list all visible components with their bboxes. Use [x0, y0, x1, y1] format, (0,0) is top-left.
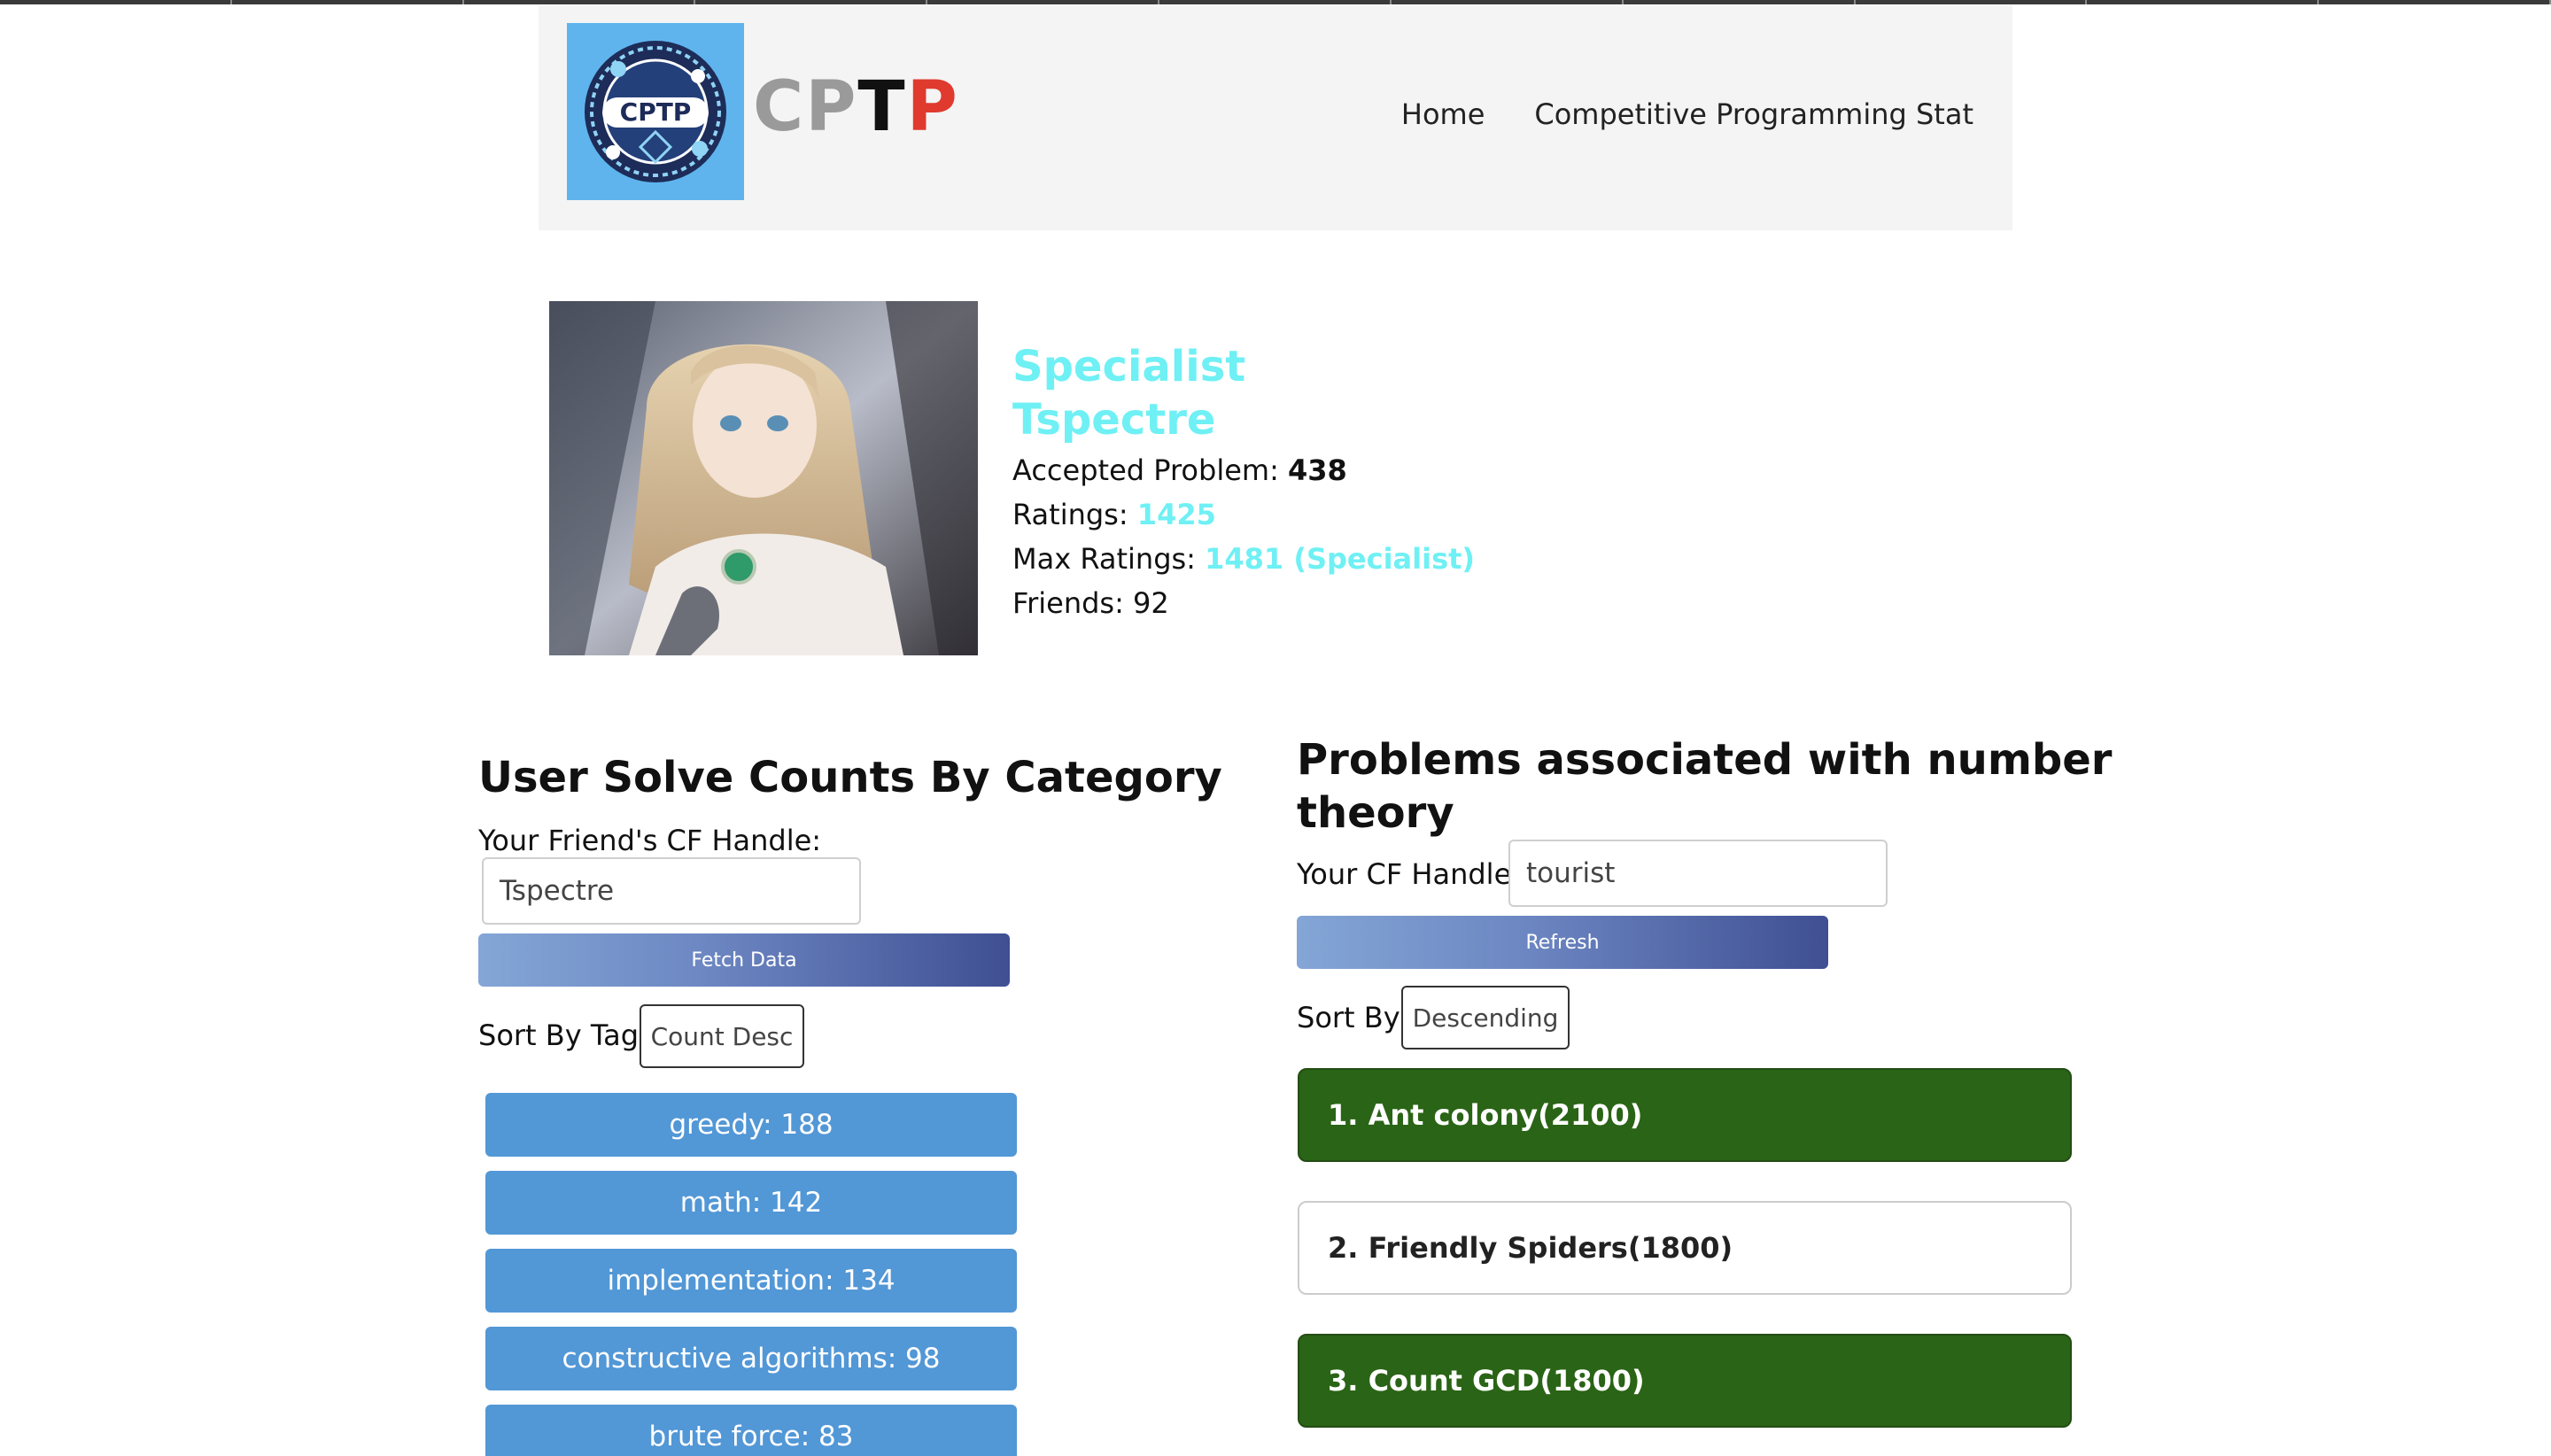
sort-order-select[interactable]: Descending [1401, 986, 1570, 1049]
nav-home-link[interactable]: Home [1401, 97, 1485, 131]
browser-top-strip [0, 0, 2551, 4]
fetch-data-button[interactable]: Fetch Data [478, 933, 1010, 987]
cf-handle-label: Your CF Handle: [1297, 857, 1522, 891]
problem-card-unsolved[interactable]: 2. Friendly Spiders(1800) [1298, 1201, 2072, 1295]
profile-handle: Tspectre [1012, 395, 1216, 445]
solve-counts-title: User Solve Counts By Category [478, 753, 1222, 802]
svg-text:CPTP: CPTP [620, 97, 692, 127]
number-theory-title: Problems associated with number theory [1297, 735, 2113, 838]
accepted-problems: Accepted Problem: 438 [1012, 453, 1347, 487]
current-rating: Ratings: 1425 [1012, 498, 1216, 531]
sort-by-tag-label: Sort By Tag: [478, 1018, 648, 1052]
tag-count-item[interactable]: math: 142 [485, 1171, 1017, 1235]
sort-by-tag-select[interactable]: Count Desc [640, 1004, 804, 1068]
tag-count-item[interactable]: constructive algorithms: 98 [485, 1327, 1017, 1390]
brand-name[interactable]: CPTP [753, 73, 959, 142]
profile-avatar [549, 301, 978, 655]
tag-count-item[interactable]: greedy: 188 [485, 1093, 1017, 1157]
profile-rank: Specialist [1012, 342, 1246, 391]
site-header: CPTP CPTP Home Competitive Programming S… [539, 5, 2012, 230]
max-rating: Max Ratings: 1481 (Specialist) [1012, 542, 1476, 576]
problem-card-solved[interactable]: 3. Count GCD(1800) [1298, 1334, 2072, 1428]
friends-count: Friends: 92 [1012, 586, 1169, 620]
main-nav: Home Competitive Programming Stat [1401, 97, 1973, 131]
problem-card-solved[interactable]: 1. Ant colony(2100) [1298, 1068, 2072, 1162]
friend-handle-label: Your Friend's CF Handle: [478, 824, 822, 857]
profile-info: Specialist Tspectre Accepted Problem: 43… [1012, 340, 1475, 625]
tag-count-item[interactable]: implementation: 134 [485, 1249, 1017, 1313]
tag-count-item[interactable]: brute force: 83 [485, 1405, 1017, 1456]
sort-by-label: Sort By: [1297, 1001, 1408, 1034]
refresh-button[interactable]: Refresh [1297, 916, 1828, 969]
cptp-logo[interactable]: CPTP [567, 23, 744, 200]
nav-cp-stat-link[interactable]: Competitive Programming Stat [1534, 97, 1973, 131]
friend-handle-input[interactable]: Tspectre [482, 857, 861, 925]
cf-handle-input[interactable]: tourist [1508, 840, 1888, 907]
